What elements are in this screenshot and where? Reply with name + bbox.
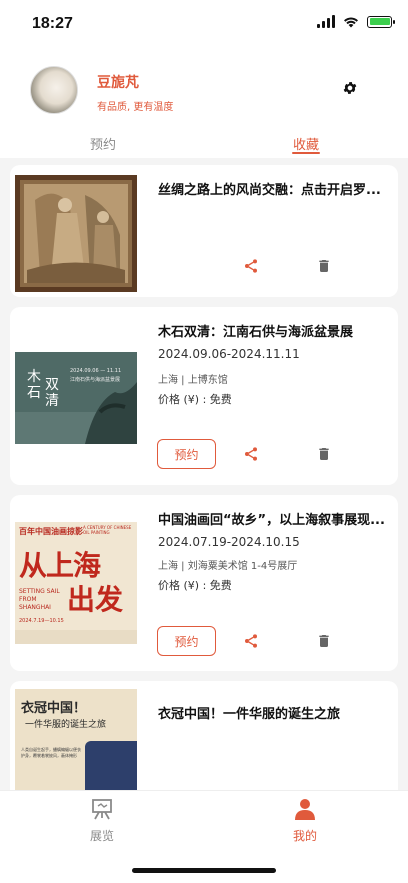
card-date: 2024.07.19-2024.10.15 bbox=[158, 535, 300, 549]
exhibition-poster: 木 石 双 清 2024.09.06 — 11.11 江南石供与海派盆景展 bbox=[15, 352, 137, 444]
card-date: 2024.09.06-2024.11.11 bbox=[158, 347, 300, 361]
poster-heading: 百年中国油画掠影 bbox=[19, 527, 83, 536]
card-venue: 上海 | 上博东馆 bbox=[158, 375, 228, 386]
poster-main-line2: 一件华服的诞生之旅 bbox=[25, 720, 107, 730]
poster-en-line: SETTING SAIL bbox=[19, 588, 60, 595]
poster-en-line: FROM bbox=[19, 596, 37, 603]
nav-mine[interactable]: 我的 bbox=[275, 797, 335, 844]
tab-active-underline bbox=[292, 152, 320, 154]
poster-en-line: SHANGHAI bbox=[19, 604, 51, 611]
exhibition-poster: 百年中国油画掠影 A CENTURY OF CHINESE OIL PAINTI… bbox=[15, 522, 137, 644]
exhibition-image bbox=[15, 175, 137, 292]
favorite-card[interactable]: 木 石 双 清 2024.09.06 — 11.11 江南石供与海派盆景展 木石… bbox=[10, 307, 398, 485]
tab-bar: 预约 收藏 bbox=[0, 130, 408, 158]
delete-icon[interactable] bbox=[316, 633, 332, 649]
profile-tagline: 有品质, 更有温度 bbox=[97, 102, 174, 113]
poster-char: 石 bbox=[27, 385, 41, 401]
home-indicator[interactable] bbox=[132, 868, 276, 873]
poster-subtitle: 江南石供与海派盆景展 bbox=[70, 377, 121, 383]
status-time: 18:27 bbox=[32, 15, 73, 32]
wifi-icon bbox=[344, 17, 358, 27]
share-icon[interactable] bbox=[243, 633, 259, 649]
tab-favorites[interactable]: 收藏 bbox=[293, 134, 319, 153]
delete-icon[interactable] bbox=[316, 258, 332, 274]
poster-dates: 2024.7.19—10.15 bbox=[19, 618, 64, 624]
favorite-card[interactable]: 百年中国油画掠影 A CENTURY OF CHINESE OIL PAINTI… bbox=[10, 495, 398, 671]
poster-logo-strip bbox=[15, 630, 137, 644]
poster-blurb: 人类自诞生起手，蟠螭蝙蝠以便衣护身，覆裳着裳披风，蔽体掩形 bbox=[21, 747, 81, 758]
poster-subtitle: 2024.09.06 — 11.11 bbox=[70, 368, 122, 374]
card-title: 中国油画回“故乡”，以上海叙事展现... bbox=[158, 513, 385, 528]
nav-exhibitions[interactable]: 展览 bbox=[72, 797, 132, 844]
share-icon[interactable] bbox=[243, 258, 259, 274]
reserve-button[interactable]: 预约 bbox=[157, 439, 216, 469]
reserve-button[interactable]: 预约 bbox=[157, 626, 216, 656]
poster-main-line2: 出发 bbox=[67, 583, 124, 616]
favorite-card[interactable]: 丝绸之路上的风尚交融：点击开启罗... bbox=[10, 165, 398, 297]
delete-icon[interactable] bbox=[316, 446, 332, 462]
exhibition-poster: 衣冠中国！ 一件华服的诞生之旅 人类自诞生起手，蟠螭蝙蝠以便衣护身，覆裳着裳披风… bbox=[15, 689, 137, 799]
nav-label: 展览 bbox=[89, 829, 114, 843]
status-icons bbox=[317, 15, 395, 28]
card-title: 衣冠中国！一件华服的诞生之旅 bbox=[158, 707, 341, 722]
share-icon[interactable] bbox=[243, 446, 259, 462]
card-price: 价格 (¥) : 免费 bbox=[158, 393, 232, 406]
battery-icon bbox=[367, 15, 395, 28]
status-bar: 18:27 bbox=[0, 0, 408, 48]
avatar[interactable] bbox=[30, 66, 78, 114]
card-title: 木石双清：江南石供与海派盆景展 bbox=[158, 325, 354, 340]
easel-icon bbox=[92, 799, 112, 820]
gear-icon[interactable] bbox=[342, 80, 358, 96]
tab-reservations[interactable]: 预约 bbox=[90, 134, 116, 153]
poster-heading-en: A CENTURY OF CHINESE OIL PAINTING bbox=[83, 525, 132, 535]
nav-label: 我的 bbox=[292, 829, 317, 843]
poster-char: 清 bbox=[45, 393, 59, 409]
person-icon bbox=[295, 799, 315, 820]
card-price: 价格 (¥) : 免费 bbox=[158, 579, 232, 592]
card-title: 丝绸之路上的风尚交融：点击开启罗... bbox=[158, 183, 381, 198]
poster-main-line1: 衣冠中国！ bbox=[21, 701, 87, 716]
cellular-signal-icon bbox=[317, 15, 335, 28]
card-venue: 上海 | 刘海粟美术馆 1-4号展厅 bbox=[158, 561, 298, 572]
username: 豆旎芃 bbox=[97, 75, 139, 91]
